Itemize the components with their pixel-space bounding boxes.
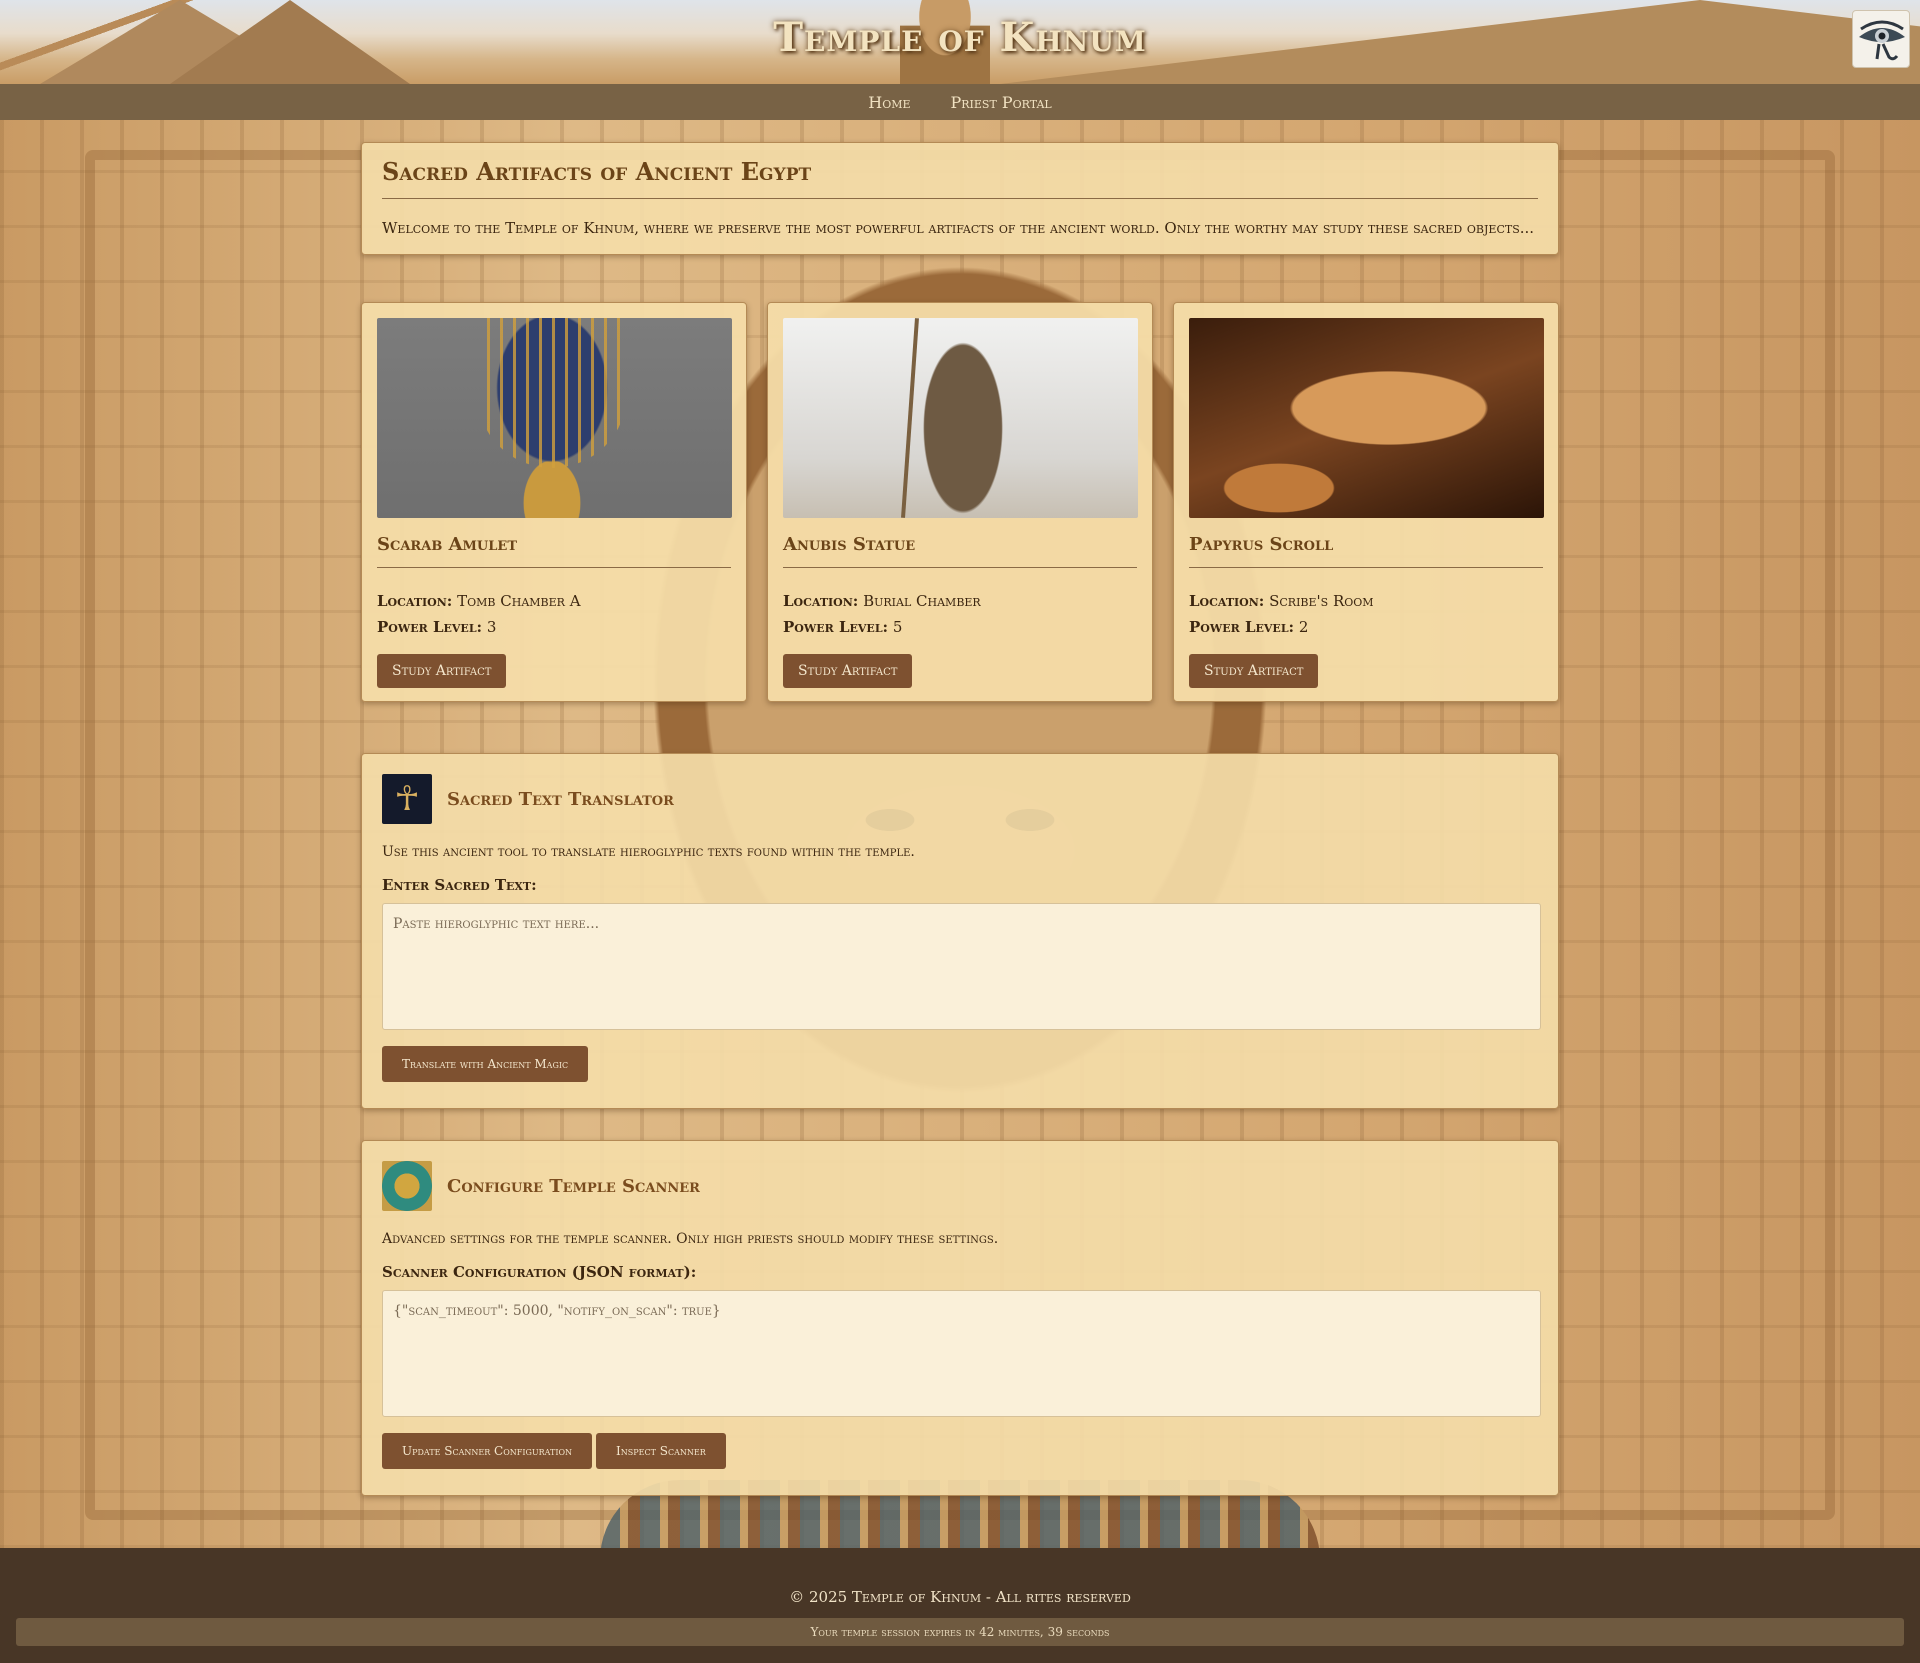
main-nav: Home Priest Portal: [0, 84, 1920, 120]
artifact-meta: Location: Scribe's Room Power Level: 2: [1189, 588, 1543, 640]
artifact-name: Anubis Statue: [783, 534, 1137, 568]
scanner-header: Configure Temple Scanner: [382, 1161, 1538, 1211]
location-label: Location:: [783, 592, 859, 610]
intro-text: Welcome to the Temple of Khnum, where we…: [382, 219, 1535, 237]
translator-description: Use this ancient tool to translate hiero…: [382, 844, 915, 860]
power-level-label: Power Level:: [783, 618, 889, 636]
eye-of-horus-icon[interactable]: [1852, 10, 1910, 68]
location-label: Location:: [377, 592, 453, 610]
artifact-location: Scribe's Room: [1269, 592, 1374, 610]
anubis-statue-image: [783, 318, 1138, 518]
study-artifact-button[interactable]: Study Artifact: [377, 654, 507, 688]
scanner-panel: Configure Temple Scanner Advanced settin…: [361, 1140, 1559, 1496]
scanner-title: Configure Temple Scanner: [447, 1175, 700, 1197]
scanner-config-label: Scanner Configuration (JSON format):: [382, 1263, 697, 1281]
site-footer: © 2025 Temple of Khnum - All rites reser…: [0, 1548, 1920, 1663]
inspect-scanner-button[interactable]: Inspect Scanner: [596, 1433, 726, 1469]
study-artifact-button[interactable]: Study Artifact: [783, 654, 913, 688]
scarab-icon: [382, 1161, 432, 1211]
scanner-description: Advanced settings for the temple scanner…: [382, 1231, 999, 1247]
artifact-card-scarab: Scarab Amulet Location: Tomb Chamber A P…: [361, 302, 747, 702]
copyright-text: © 2025 Temple of Khnum - All rites reser…: [789, 1588, 1131, 1606]
artifact-power-level: 2: [1298, 618, 1309, 636]
power-level-label: Power Level:: [1189, 618, 1295, 636]
power-level-label: Power Level:: [377, 618, 483, 636]
papyrus-scroll-image: [1189, 318, 1544, 518]
artifact-power-level: 5: [892, 618, 903, 636]
artifact-location: Tomb Chamber A: [457, 592, 581, 610]
artifact-meta: Location: Tomb Chamber A Power Level: 3: [377, 588, 731, 640]
translator-panel: ☥ Sacred Text Translator Use this ancien…: [361, 753, 1559, 1109]
artifact-meta: Location: Burial Chamber Power Level: 5: [783, 588, 1137, 640]
translator-title: Sacred Text Translator: [447, 788, 674, 810]
intro-heading: Sacred Artifacts of Ancient Egypt: [382, 157, 1538, 199]
sacred-text-label: Enter Sacred Text:: [382, 876, 537, 894]
update-scanner-button[interactable]: Update Scanner Configuration: [382, 1433, 593, 1469]
scarab-amulet-image: [377, 318, 732, 518]
site-header: Temple of Khnum: [0, 0, 1920, 84]
ankh-icon: ☥: [382, 774, 432, 824]
intro-panel: Sacred Artifacts of Ancient Egypt Welcom…: [361, 142, 1559, 255]
translator-header: ☥ Sacred Text Translator: [382, 774, 1538, 824]
translate-button[interactable]: Translate with Ancient Magic: [382, 1046, 589, 1082]
artifact-name: Papyrus Scroll: [1189, 534, 1543, 568]
artifact-card-anubis: Anubis Statue Location: Burial Chamber P…: [767, 302, 1153, 702]
nav-priest-portal-link[interactable]: Priest Portal: [951, 93, 1052, 112]
session-timer: Your temple session expires in 42 minute…: [16, 1618, 1904, 1646]
scanner-config-input[interactable]: {"scan_timeout": 5000, "notify_on_scan":…: [382, 1290, 1541, 1417]
artifact-location: Burial Chamber: [863, 592, 981, 610]
location-label: Location:: [1189, 592, 1265, 610]
study-artifact-button[interactable]: Study Artifact: [1189, 654, 1319, 688]
sacred-text-input[interactable]: Paste hieroglyphic text here...: [382, 903, 1541, 1030]
site-title: Temple of Khnum: [773, 14, 1147, 61]
artifact-power-level: 3: [486, 618, 497, 636]
artifact-name: Scarab Amulet: [377, 534, 731, 568]
nav-home-link[interactable]: Home: [868, 93, 910, 112]
artifact-card-papyrus: Papyrus Scroll Location: Scribe's Room P…: [1173, 302, 1559, 702]
